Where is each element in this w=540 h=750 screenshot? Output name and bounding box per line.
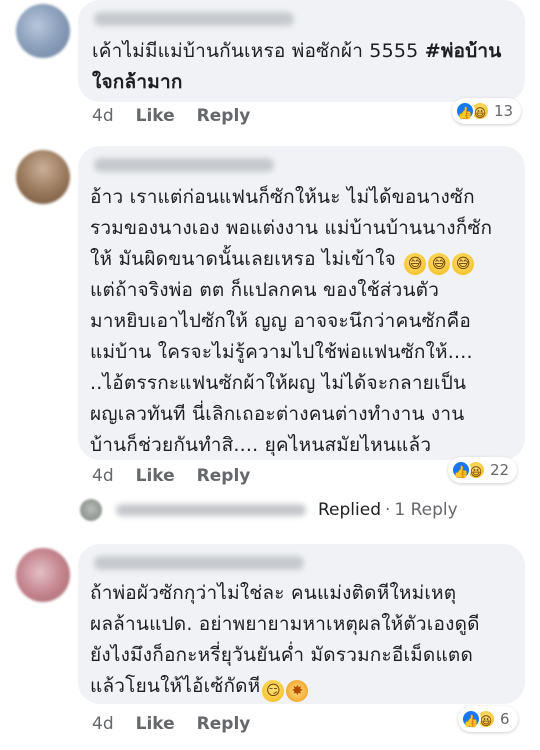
comment-bubble: อ้าว เราแต่ก่อนแฟนก็ซักให้นะ ไม่ได้ขอนาง…	[78, 146, 525, 460]
commenter-name-redacted[interactable]	[94, 12, 294, 26]
like-button[interactable]: Like	[136, 466, 175, 486]
grinning-sweat-icon: 😅	[404, 253, 427, 275]
like-button[interactable]: Like	[136, 106, 175, 126]
commenter-name-redacted[interactable]	[94, 158, 274, 172]
comment-line: ผลล้านแปด. อย่าพยายามหาเหตุผลให้ตัวเองดู…	[90, 613, 480, 635]
comment-line: อ้าว เราแต่ก่อนแฟนก็ซักให้นะ ไม่ได้ขอนาง…	[90, 186, 475, 208]
thumbs-up-icon: 👍	[461, 709, 481, 729]
grinning-sweat-icon: 😅	[452, 253, 475, 275]
reply-button[interactable]: Reply	[197, 714, 251, 734]
like-button[interactable]: Like	[136, 714, 175, 734]
comment-line: แต่ถ้าจริงพ่อ ตต ก็แปลกคน ของใช้ส่วนตัว	[90, 279, 440, 301]
comment-text: ถ้าพ่อผัวซักกุว่าไม่ใช่ละ คนแม่งติดหีใหม…	[90, 578, 522, 702]
comment-line: ถ้าพ่อผัวซักกุว่าไม่ใช่ละ คนแม่งติดหีใหม…	[90, 582, 457, 604]
comment-line: บ้านก็ช่วยกันทำสิ.... ยุคไหนสมัยไหนแล้ว	[90, 434, 432, 456]
comment-line: แล้วโยนให้ไอ้เซ้กัดหี	[90, 675, 261, 697]
comment-line: ใจกล้ามาก	[92, 71, 183, 93]
comment-bubble: เค้าไม่มีแม่บ้านกันเหรอ พ่อซักผ้า 5555 #…	[78, 0, 525, 102]
comment-meta: 4d Like Reply	[92, 714, 250, 734]
commenter-name-redacted[interactable]	[94, 556, 304, 570]
reaction-count: 13	[494, 102, 514, 120]
comment-text: อ้าว เราแต่ก่อนแฟนก็ซักให้นะ ไม่ได้ขอนาง…	[90, 182, 522, 461]
thumbs-up-icon: 👍	[455, 101, 475, 121]
avatar	[80, 499, 102, 521]
comment-line: มาหยิบเอาไปซักให้ ญญ อาจจะนึกว่าคนซักคือ	[90, 310, 471, 332]
reply-button[interactable]: Reply	[197, 106, 251, 126]
reaction-summary[interactable]: 👍 😆 13	[452, 98, 522, 124]
comment-text: เค้าไม่มีแม่บ้านกันเหรอ พ่อซักผ้า 5555 #…	[92, 36, 522, 98]
avatar[interactable]	[16, 548, 70, 602]
separator: ·	[385, 500, 391, 520]
replies-link[interactable]: Replied · 1 Reply	[80, 496, 458, 524]
reaction-count: 22	[490, 461, 510, 479]
timestamp[interactable]: 4d	[92, 466, 114, 486]
avatar[interactable]	[16, 4, 70, 58]
comment-line: รวมของนางเอง พอแต่งงาน แม่บ้านบ้านนางก็ซ…	[90, 217, 493, 239]
comment-meta: 4d Like Reply	[92, 466, 250, 486]
grinning-sweat-icon: 😅	[428, 253, 451, 275]
comment-line: ..ไอ้ตรรกะแฟนซักผ้าให้ผญ ไม่ได้จะกลายเป็…	[90, 372, 467, 394]
thumbs-up-icon: 👍	[451, 460, 471, 480]
smirk-face-icon: 😏	[262, 680, 285, 702]
comment-line: ยังไงมึงก็อกะหรี่ยุวันยันค่ำ มัดรวมกะอีเ…	[90, 644, 473, 666]
replier-name-redacted	[116, 504, 306, 516]
replied-label[interactable]: Replied	[318, 500, 381, 520]
reaction-summary[interactable]: 👍 😆 22	[448, 457, 518, 483]
reaction-summary[interactable]: 👍 😆 6	[458, 706, 518, 732]
reply-button[interactable]: Reply	[197, 466, 251, 486]
comment-meta: 4d Like Reply	[92, 106, 250, 126]
timestamp[interactable]: 4d	[92, 714, 114, 734]
comment-line: ผญเลวทันที นี่เลิกเถอะต่างคนต่างทำงาน งา…	[90, 403, 465, 425]
reply-count[interactable]: 1 Reply	[394, 500, 457, 520]
timestamp[interactable]: 4d	[92, 106, 114, 126]
sparkle-icon: ✸	[286, 680, 309, 702]
comment-line: ให้ มันผิดขนาดนั้นเลยเหรอ ไม่เข้าใจ	[90, 248, 396, 270]
reaction-count: 6	[500, 710, 510, 728]
comment-line: เค้าไม่มีแม่บ้านกันเหรอ พ่อซักผ้า 5555	[92, 40, 425, 62]
hashtag-link[interactable]: #พ่อบ้าน	[425, 40, 502, 62]
comment-bubble: ถ้าพ่อผัวซักกุว่าไม่ใช่ละ คนแม่งติดหีใหม…	[78, 544, 525, 704]
comment-line: แม่บ้าน ใครจะไม่รู้ความไปใช้พ่อแฟนซักให้…	[90, 341, 473, 363]
avatar[interactable]	[16, 150, 70, 204]
